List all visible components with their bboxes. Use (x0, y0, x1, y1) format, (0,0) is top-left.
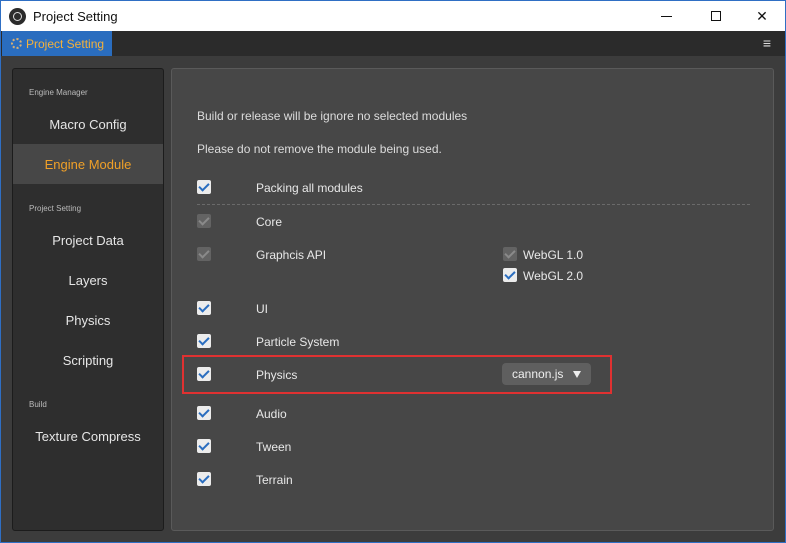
close-button[interactable]: ✕ (739, 1, 785, 31)
hamburger-menu-icon[interactable]: ≡ (763, 36, 771, 50)
tab-project-setting[interactable]: Project Setting (2, 31, 112, 56)
module-checkbox-tween[interactable] (197, 439, 211, 453)
physics-highlight-box (182, 355, 612, 394)
module-checkbox-terrain[interactable] (197, 472, 211, 486)
sidebar-item-engine-module[interactable]: Engine Module (13, 144, 163, 184)
module-checkbox-graphics-api (197, 247, 211, 261)
module-label-ui: UI (256, 302, 268, 316)
packing-all-label: Packing all modules (256, 181, 363, 195)
sidebar-item-physics[interactable]: Physics (13, 300, 163, 340)
maximize-icon (711, 11, 721, 21)
window-title: Project Setting (33, 9, 118, 24)
sidebar-section-project-setting: Project Setting (29, 204, 82, 213)
tab-bar: Project Setting ≡ (0, 31, 786, 56)
module-label-graphics-api: Graphcis API (256, 248, 327, 262)
sidebar-section-build: Build (29, 400, 47, 409)
packing-all-checkbox[interactable] (197, 180, 211, 194)
window-titlebar: Project Setting ✕ (0, 0, 786, 31)
module-checkbox-audio[interactable] (197, 406, 211, 420)
webgl1-label: WebGL 1.0 (523, 248, 584, 262)
webgl2-label: WebGL 2.0 (523, 269, 584, 283)
info-text-warning: Please do not remove the module being us… (197, 142, 442, 156)
sidebar-item-project-data[interactable]: Project Data (13, 220, 163, 260)
module-label-terrain: Terrain (256, 473, 293, 487)
sidebar-section-engine-manager: Engine Manager (29, 88, 88, 97)
module-label-core: Core (256, 215, 283, 229)
module-checkbox-core (197, 214, 211, 228)
module-checkbox-ui[interactable] (197, 301, 211, 315)
module-label-audio: Audio (256, 407, 287, 421)
module-label-particle-system: Particle System (256, 335, 340, 349)
info-text-ignore: Build or release will be ignore no selec… (197, 109, 468, 123)
module-settings-panel: Build or release will be ignore no selec… (171, 68, 774, 531)
module-checkbox-particle-system[interactable] (197, 334, 211, 348)
sidebar-item-layers[interactable]: Layers (13, 260, 163, 300)
sidebar-item-texture-compress[interactable]: Texture Compress (13, 416, 163, 456)
minimize-button[interactable] (643, 1, 689, 31)
app-logo-icon (9, 8, 26, 25)
tab-label: Project Setting (26, 36, 105, 51)
webgl1-checkbox (503, 247, 517, 261)
sidebar-item-macro-config[interactable]: Macro Config (13, 104, 163, 144)
maximize-button[interactable] (693, 1, 739, 31)
close-icon: ✕ (756, 7, 768, 24)
minimize-icon (660, 15, 672, 17)
sidebar: Engine Manager Macro Config Engine Modul… (12, 68, 164, 531)
module-label-tween: Tween (256, 440, 292, 454)
dashed-divider (197, 204, 750, 205)
webgl2-checkbox[interactable] (503, 268, 517, 282)
sidebar-item-scripting[interactable]: Scripting (13, 340, 163, 380)
gear-icon (11, 38, 22, 49)
